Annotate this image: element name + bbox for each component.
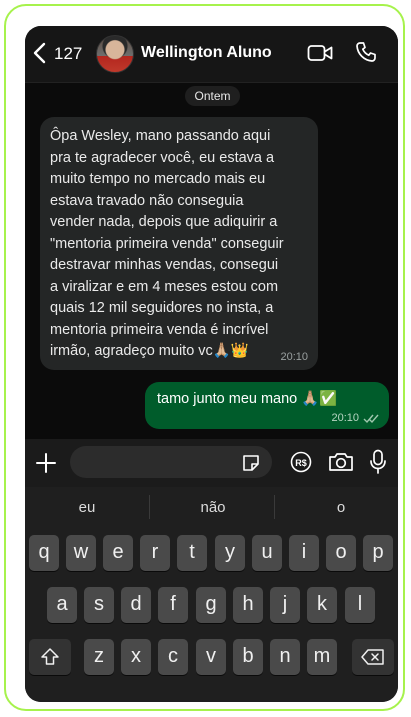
double-check-icon — [363, 414, 379, 424]
key-k[interactable]: k — [307, 587, 337, 623]
key-o[interactable]: o — [326, 535, 356, 571]
key-r[interactable]: r — [140, 535, 170, 571]
key-p[interactable]: p — [363, 535, 393, 571]
key-h[interactable]: h — [233, 587, 263, 623]
key-c[interactable]: c — [158, 639, 188, 675]
suggestion-divider — [274, 495, 275, 519]
sticker-icon[interactable] — [241, 453, 261, 473]
key-n[interactable]: n — [270, 639, 300, 675]
message-composer: R$ — [25, 439, 398, 487]
chat-screen: 127 Wellington Aluno Ontem Ôpa Wesley, m… — [25, 26, 398, 702]
incoming-message-text: Ôpa Wesley, mano passando aqui pra te ag… — [50, 128, 284, 359]
key-j[interactable]: j — [270, 587, 300, 623]
unread-count[interactable]: 127 — [54, 44, 82, 64]
key-b[interactable]: b — [233, 639, 263, 675]
outgoing-message-text: tamo junto meu mano 🙏🏼✅ — [157, 391, 338, 407]
suggestion-divider — [149, 495, 150, 519]
key-x[interactable]: x — [121, 639, 151, 675]
incoming-message-bubble[interactable]: Ôpa Wesley, mano passando aqui pra te ag… — [40, 117, 318, 370]
chevron-left-icon[interactable] — [31, 42, 49, 64]
suggestion-bar: eu não o — [25, 487, 398, 527]
date-separator: Ontem — [185, 86, 240, 106]
plus-icon[interactable] — [35, 452, 57, 474]
contact-name[interactable]: Wellington Aluno — [141, 44, 272, 62]
keyboard: eu não o q w e r t y u i o p a s d f g h — [25, 487, 398, 702]
key-m[interactable]: m — [307, 639, 337, 675]
camera-icon[interactable] — [328, 451, 354, 473]
key-f[interactable]: f — [158, 587, 188, 623]
outgoing-message-time: 20:10 — [331, 412, 359, 424]
shift-key[interactable] — [29, 639, 71, 675]
key-s[interactable]: s — [84, 587, 114, 623]
backspace-key[interactable] — [352, 639, 394, 675]
key-d[interactable]: d — [121, 587, 151, 623]
suggestion-item[interactable]: eu — [42, 499, 132, 516]
suggestion-item[interactable]: não — [168, 499, 258, 516]
key-e[interactable]: e — [103, 535, 133, 571]
svg-text:R$: R$ — [295, 458, 307, 468]
key-l[interactable]: l — [345, 587, 375, 623]
backspace-icon — [361, 649, 384, 665]
pix-icon[interactable]: R$ — [290, 451, 312, 473]
incoming-message-time: 20:10 — [280, 351, 308, 363]
outgoing-message-bubble[interactable]: tamo junto meu mano 🙏🏼✅ 20:10 — [145, 382, 389, 429]
video-camera-icon[interactable] — [307, 43, 333, 63]
device-frame: 127 Wellington Aluno Ontem Ôpa Wesley, m… — [4, 4, 405, 711]
shift-icon — [41, 648, 59, 665]
microphone-icon[interactable] — [369, 449, 387, 475]
key-u[interactable]: u — [252, 535, 282, 571]
avatar[interactable] — [96, 35, 134, 73]
chat-header: 127 Wellington Aluno — [25, 26, 398, 83]
phone-icon[interactable] — [355, 41, 377, 63]
key-v[interactable]: v — [196, 639, 226, 675]
key-q[interactable]: q — [29, 535, 59, 571]
key-a[interactable]: a — [47, 587, 77, 623]
suggestion-item[interactable]: o — [296, 499, 386, 516]
key-i[interactable]: i — [289, 535, 319, 571]
key-g[interactable]: g — [196, 587, 226, 623]
key-y[interactable]: y — [215, 535, 245, 571]
key-t[interactable]: t — [177, 535, 207, 571]
key-z[interactable]: z — [84, 639, 114, 675]
key-w[interactable]: w — [66, 535, 96, 571]
